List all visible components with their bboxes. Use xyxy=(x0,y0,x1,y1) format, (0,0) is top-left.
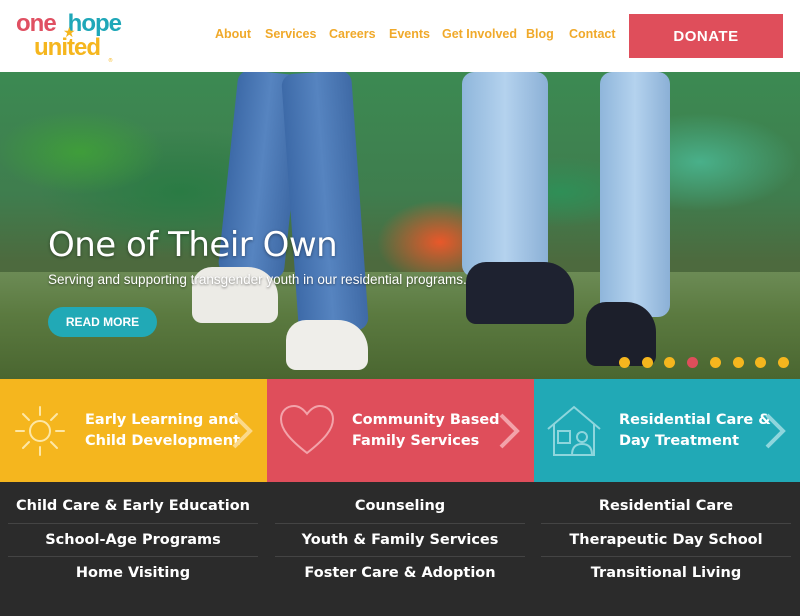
sun-icon xyxy=(15,406,65,456)
program-links-col1: Child Care & Early Education School-Age … xyxy=(8,490,258,591)
chevron-right-icon xyxy=(765,413,786,449)
logo-line2: united xyxy=(34,34,101,61)
hero-subtitle: Serving and supporting transgender youth… xyxy=(48,272,467,287)
nav-blog[interactable]: Blog xyxy=(526,27,554,41)
slide-dot[interactable] xyxy=(619,357,630,368)
nav-contact[interactable]: Contact xyxy=(569,27,616,41)
one-hope-united-logo[interactable]: one hope ★ united ® xyxy=(16,10,134,64)
shoe-black-left xyxy=(466,262,574,324)
hero-title: One of Their Own xyxy=(48,225,338,265)
leg-light-left xyxy=(462,72,548,277)
nav-services[interactable]: Services xyxy=(265,27,316,41)
slide-dot[interactable] xyxy=(755,357,767,368)
link-foster-care[interactable]: Foster Care & Adoption xyxy=(275,557,525,591)
tile-residential-care[interactable]: Residential Care & Day Treatment xyxy=(534,379,800,482)
program-links-col2: Counseling Youth & Family Services Foste… xyxy=(275,490,525,591)
slide-dot[interactable] xyxy=(777,357,789,368)
slide-dot-active[interactable] xyxy=(687,357,699,368)
link-youth-family[interactable]: Youth & Family Services xyxy=(275,524,525,557)
link-counseling[interactable]: Counseling xyxy=(275,490,525,524)
slide-dot[interactable] xyxy=(664,357,676,368)
link-therapeutic-day-school[interactable]: Therapeutic Day School xyxy=(541,524,791,557)
nav-get-involved[interactable]: Get Involved xyxy=(442,27,517,41)
link-residential-care[interactable]: Residential Care xyxy=(541,490,791,524)
slider-dots xyxy=(619,357,794,368)
nav-careers[interactable]: Careers xyxy=(329,27,376,41)
chevron-right-icon xyxy=(232,413,253,449)
nav-about[interactable]: About xyxy=(215,27,251,41)
tile-label: Community Based Family Services xyxy=(352,412,500,449)
nav-events[interactable]: Events xyxy=(389,27,430,41)
link-home-visiting[interactable]: Home Visiting xyxy=(8,557,258,591)
house-icon xyxy=(547,405,601,456)
tile-label: Early Learning and Child Development xyxy=(85,412,240,449)
program-links: Child Care & Early Education School-Age … xyxy=(0,482,800,616)
leg-light-right xyxy=(600,72,670,317)
tile-community-based[interactable]: Community Based Family Services xyxy=(267,379,534,482)
logo-trademark: ® xyxy=(108,58,113,64)
link-child-care[interactable]: Child Care & Early Education xyxy=(8,490,258,524)
heart-icon xyxy=(279,404,335,455)
tile-early-learning[interactable]: Early Learning and Child Development xyxy=(0,379,267,482)
read-more-button[interactable]: READ MORE xyxy=(48,307,157,337)
shoe-white-right xyxy=(286,320,368,370)
slide-dot[interactable] xyxy=(732,357,744,368)
tile-label: Residential Care & Day Treatment xyxy=(619,412,771,449)
donate-button[interactable]: DONATE xyxy=(629,14,783,58)
link-school-age[interactable]: School-Age Programs xyxy=(8,524,258,557)
hero-banner: One of Their Own Serving and supporting … xyxy=(0,72,800,379)
site-header: one hope ★ united ® About Services Career… xyxy=(0,0,800,72)
slide-dot[interactable] xyxy=(641,357,653,368)
link-transitional-living[interactable]: Transitional Living xyxy=(541,557,791,591)
program-links-col3: Residential Care Therapeutic Day School … xyxy=(541,490,791,591)
slide-dot[interactable] xyxy=(709,357,721,368)
chevron-right-icon xyxy=(499,413,520,449)
